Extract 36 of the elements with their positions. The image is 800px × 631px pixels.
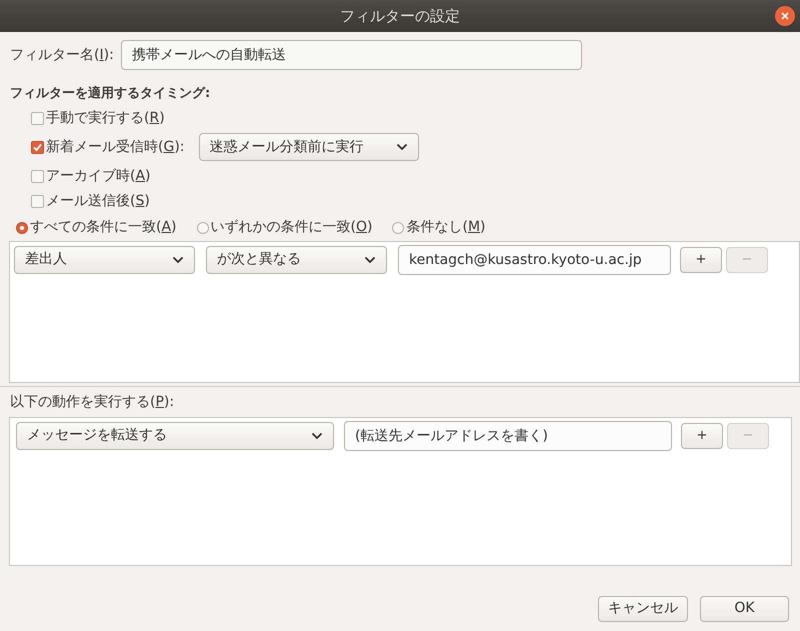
chevron-down-icon: [396, 143, 408, 151]
checkbox-label: メール送信後(S): [46, 192, 150, 210]
checkbox-label: 手動で実行する(R): [46, 108, 165, 128]
radio-button[interactable]: [392, 222, 404, 234]
radio-label: 条件なし(M): [406, 218, 486, 237]
checkbox[interactable]: [31, 112, 44, 124]
filter-name-label: フィルター名(I):: [10, 46, 114, 64]
add-button[interactable]: +: [681, 422, 723, 448]
dropdown[interactable]: メッセージを転送する: [16, 422, 334, 450]
condition-value-field[interactable]: kentagch@kusastro.kyoto-u.ac.jp: [398, 244, 671, 274]
chevron-down-icon: [364, 256, 376, 264]
dropdown[interactable]: 差出人: [14, 246, 195, 274]
add-button[interactable]: +: [680, 246, 722, 272]
check-icon: [33, 142, 42, 152]
filter-name-field[interactable]: 携帯メールへの自動転送: [120, 40, 582, 70]
dropdown[interactable]: が次と異なる: [206, 246, 387, 274]
actions-label: 以下の動作を実行する(P):: [10, 394, 174, 410]
radio-button[interactable]: [196, 222, 209, 234]
checkbox[interactable]: [31, 170, 44, 182]
dialog-button[interactable]: OK: [700, 596, 789, 622]
dialog-button[interactable]: キャンセル: [598, 596, 688, 622]
checkbox[interactable]: [31, 140, 44, 154]
checkbox[interactable]: [31, 194, 44, 208]
dropdown[interactable]: 迷惑メール分類前に実行: [198, 133, 419, 161]
chevron-down-icon: [172, 256, 184, 264]
checkbox-label: 新着メール受信時(G):: [46, 138, 185, 156]
close-icon: [781, 12, 789, 20]
action-value-field[interactable]: (転送先メールアドレスを書く): [344, 420, 672, 450]
checkbox-label: アーカイブ時(A): [46, 166, 151, 186]
window-title: フィルターの設定: [340, 6, 460, 27]
timing-heading: フィルターを適用するタイミング:: [9, 84, 212, 103]
chevron-down-icon: [311, 432, 323, 440]
radio-button[interactable]: [16, 222, 28, 234]
close-button[interactable]: [775, 6, 795, 26]
radio-label: いずれかの条件に一致(O): [210, 218, 372, 237]
radio-label: すべての条件に一致(A): [30, 218, 177, 237]
